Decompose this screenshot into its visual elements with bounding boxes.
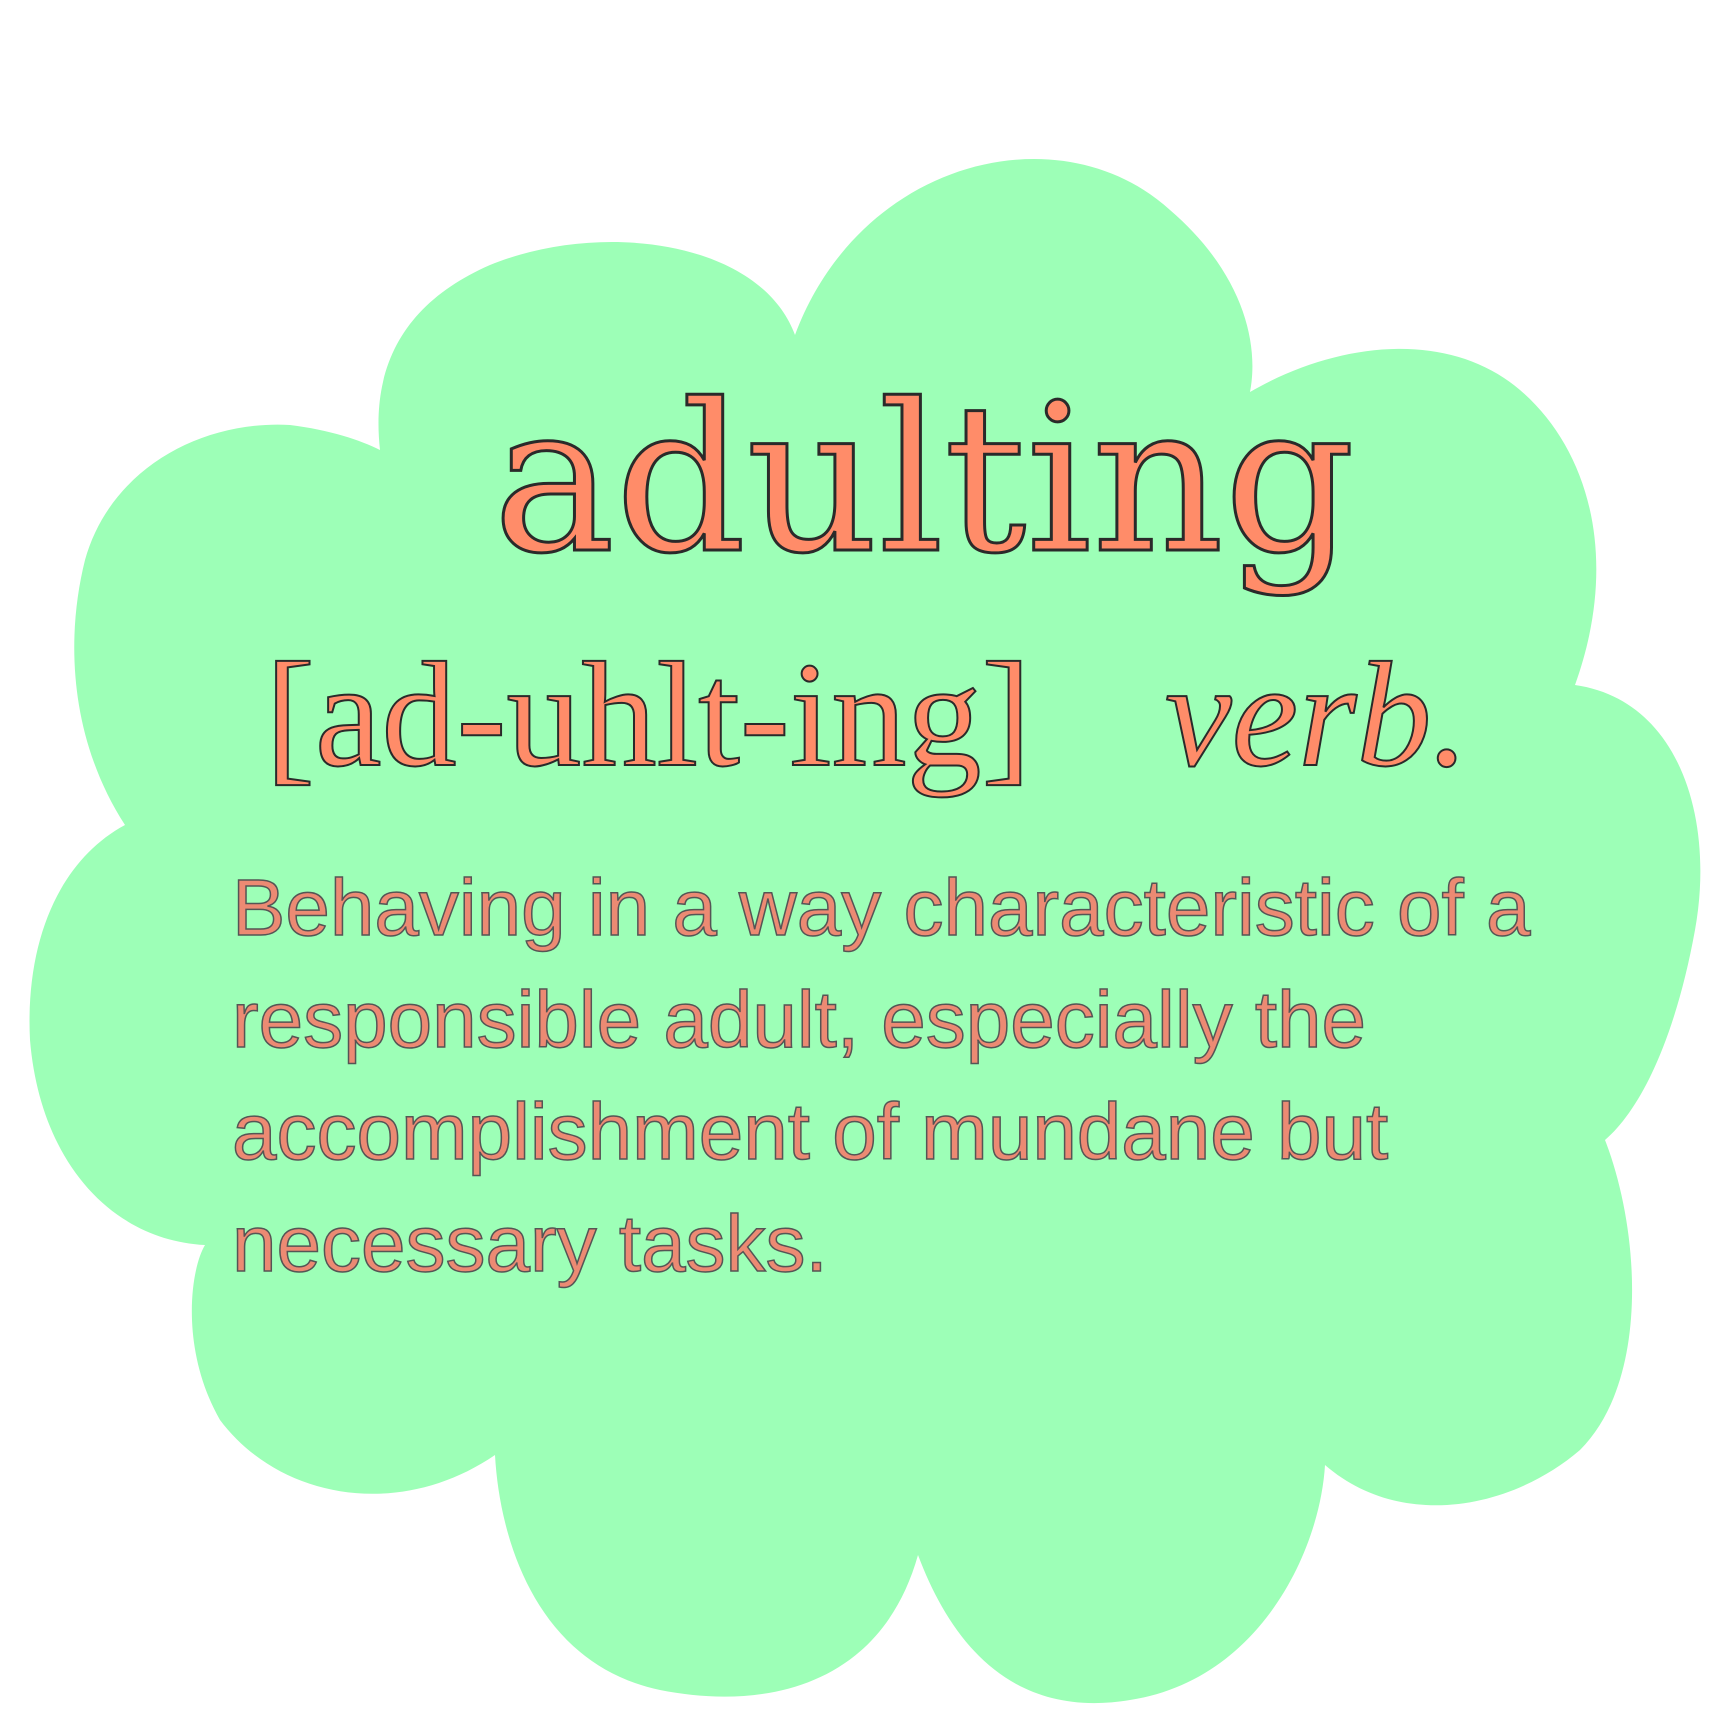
headword: adulting [491,361,1356,599]
part-of-speech: verb. [1164,632,1470,798]
definition-card: adulting [ad-uhlt-ing] verb. Behaving in… [0,0,1728,1728]
pronunciation: [ad-uhlt-ing] [264,632,1032,798]
definition-text: Behaving in a way characteristic of a re… [231,862,1531,1289]
